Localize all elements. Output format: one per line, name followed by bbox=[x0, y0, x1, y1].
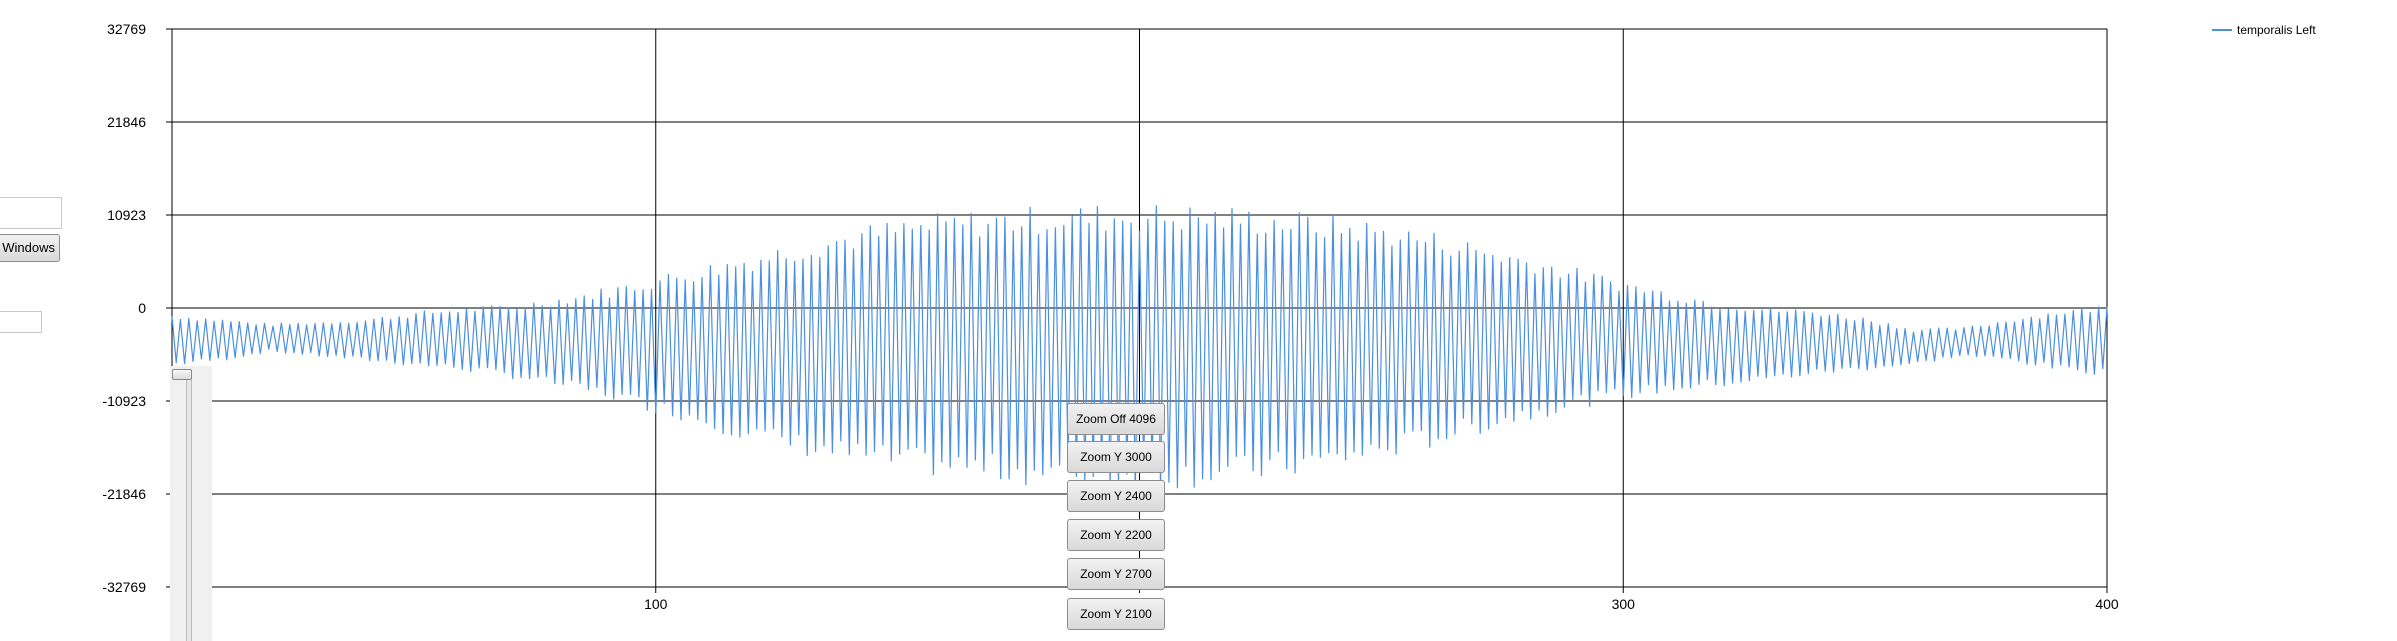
y-tick-label: 32769 bbox=[107, 21, 146, 37]
y-tick-label: -21846 bbox=[102, 486, 146, 502]
y-tick-label: 0 bbox=[138, 300, 146, 316]
zoom-y-3000-button[interactable]: Zoom Y 3000 bbox=[1067, 441, 1165, 473]
chart-legend: temporalis Left bbox=[2212, 23, 2316, 37]
x-tick-label: 300 bbox=[1612, 596, 1636, 612]
x-tick-label: 400 bbox=[2095, 596, 2119, 612]
zoom-off-4096-button[interactable]: Zoom Off 4096 bbox=[1067, 403, 1165, 435]
x-axis-tick-labels: 100 300 400 bbox=[644, 596, 2119, 612]
zoom-y-2200-button[interactable]: Zoom Y 2200 bbox=[1067, 519, 1165, 551]
slider-thumb[interactable] bbox=[172, 369, 192, 380]
left-textbox-lower[interactable] bbox=[0, 311, 42, 333]
x-tick-label: 100 bbox=[644, 596, 668, 612]
slider-track bbox=[186, 374, 192, 641]
vertical-zoom-slider[interactable] bbox=[170, 366, 212, 641]
y-tick-label: -32769 bbox=[102, 579, 146, 595]
y-tick-label: -10923 bbox=[102, 393, 146, 409]
open-windows-button[interactable]: t Windows bbox=[0, 234, 60, 262]
emg-line-chart: 32769 21846 10923 0 -10923 -21846 -32769 100 30… bbox=[102, 21, 2316, 612]
app-window: 32769 21846 10923 0 -10923 -21846 -32769 100 30… bbox=[0, 0, 2397, 641]
y-tick-label: 21846 bbox=[107, 114, 146, 130]
left-textbox-upper[interactable] bbox=[0, 197, 62, 229]
legend-label-temporalis-left: temporalis Left bbox=[2237, 23, 2316, 37]
zoom-y-2100-button[interactable]: Zoom Y 2100 bbox=[1067, 598, 1165, 630]
y-tick-label: 10923 bbox=[107, 207, 146, 223]
zoom-y-2700-button[interactable]: Zoom Y 2700 bbox=[1067, 558, 1165, 590]
y-axis-tick-labels: 32769 21846 10923 0 -10923 -21846 -32769 bbox=[102, 21, 146, 595]
zoom-y-2400-button[interactable]: Zoom Y 2400 bbox=[1067, 480, 1165, 512]
